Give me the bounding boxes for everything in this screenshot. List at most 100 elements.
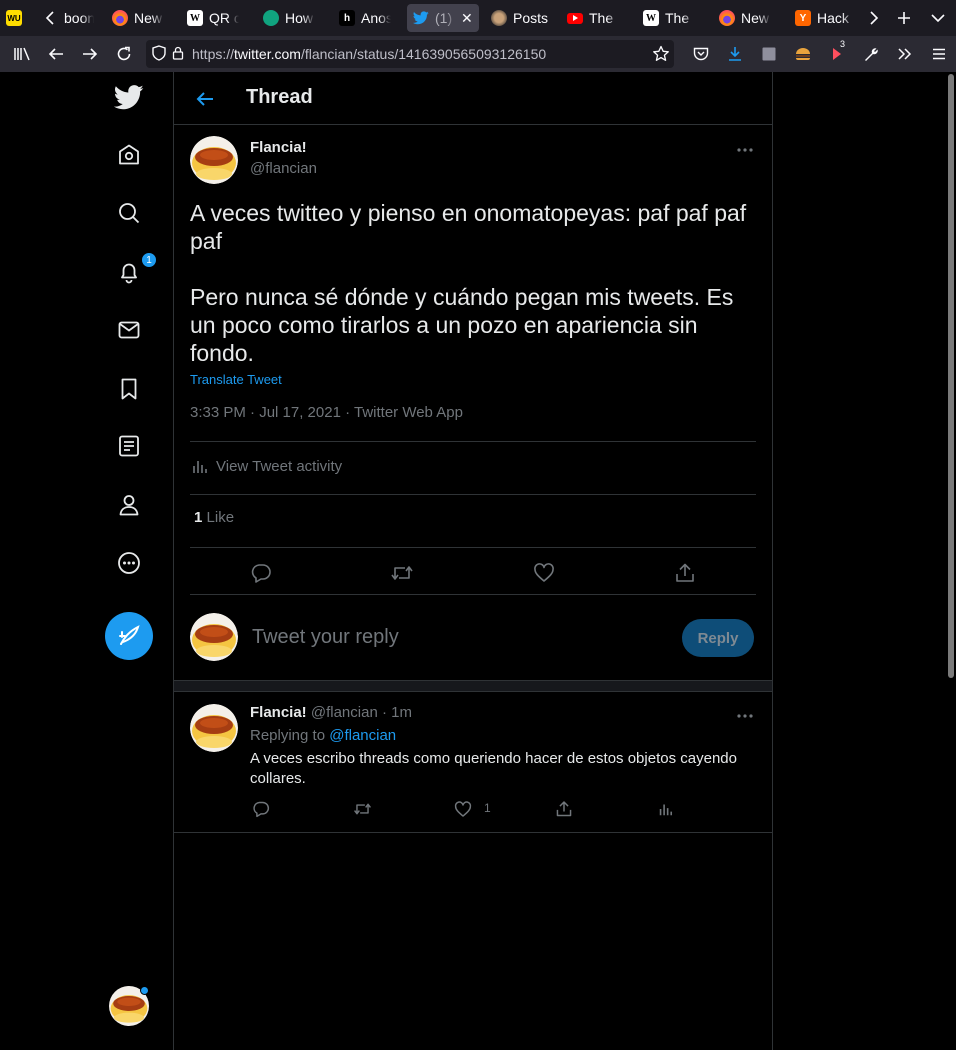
new-tab-button[interactable] <box>890 4 918 32</box>
sidebar-toggle-button[interactable] <box>6 38 38 70</box>
nav-home[interactable] <box>113 139 145 171</box>
overflow-menu-button[interactable] <box>888 38 922 70</box>
close-icon[interactable]: ✕ <box>461 10 473 27</box>
likes-count[interactable]: 1 Like <box>194 509 234 526</box>
view-tweet-activity[interactable]: View Tweet activity <box>190 454 342 478</box>
tab-wu[interactable]: WU <box>6 4 22 32</box>
download-icon <box>729 47 741 61</box>
divider <box>190 594 756 595</box>
extension-button-2[interactable] <box>786 38 820 70</box>
list-all-tabs-button[interactable] <box>924 4 952 32</box>
nav-more[interactable] <box>113 547 145 579</box>
more-options-button[interactable] <box>734 708 756 724</box>
notification-badge: 1 <box>141 252 157 268</box>
back-arrow-button[interactable] <box>190 84 220 114</box>
wikipedia-icon: W <box>643 10 659 26</box>
author-handle[interactable]: @flancian <box>250 160 317 177</box>
pocket-button[interactable] <box>684 38 718 70</box>
tab-boon[interactable]: boon <box>58 4 100 32</box>
extension-button-1[interactable] <box>752 38 786 70</box>
like-count-label: Like <box>206 509 235 526</box>
tab-label: Hack <box>817 10 849 26</box>
reply-button[interactable] <box>246 558 276 588</box>
bookmark-icon <box>121 378 137 400</box>
retweet-button[interactable] <box>351 798 373 820</box>
reply-tweet[interactable]: Flancia! @flancian · 1m Replying to @fla… <box>174 692 772 833</box>
retweet-button[interactable] <box>387 558 417 588</box>
tweet-actions: 1 <box>250 798 750 822</box>
scroll-tabs-right-button[interactable] <box>860 4 888 32</box>
plus-icon <box>898 12 910 24</box>
forward-button[interactable] <box>74 38 106 70</box>
tweet-timestamp[interactable]: 3:33 PM · Jul 17, 2021 · Twitter Web App <box>190 404 463 421</box>
tab-the-1[interactable]: The <box>561 4 625 32</box>
url-bar[interactable]: https://twitter.com/flancian/status/1416… <box>146 40 674 68</box>
tools-button[interactable] <box>854 38 888 70</box>
compose-tweet-button[interactable] <box>105 612 153 660</box>
avatar[interactable] <box>190 136 238 184</box>
hamburger-icon <box>933 48 945 60</box>
analytics-button[interactable] <box>654 798 676 820</box>
reload-button[interactable] <box>108 38 140 70</box>
scrollbar-thumb[interactable] <box>948 74 954 678</box>
nav-explore[interactable] <box>113 197 145 229</box>
reply-input[interactable]: Tweet your reply <box>252 626 399 649</box>
account-switcher-button[interactable] <box>109 986 149 1026</box>
translate-tweet-link[interactable]: Translate Tweet <box>190 372 282 387</box>
replying-to-link[interactable]: @flancian <box>329 727 396 744</box>
nav-bookmarks[interactable] <box>113 373 145 405</box>
like-button[interactable] <box>452 798 474 820</box>
tab-new-2[interactable]: New <box>713 4 777 32</box>
share-button[interactable] <box>670 558 700 588</box>
bookmark-star-icon[interactable] <box>652 45 670 66</box>
author-handle-time[interactable]: @flancian · 1m <box>311 704 412 721</box>
share-button[interactable] <box>553 798 575 820</box>
lock-icon[interactable] <box>172 46 184 63</box>
nav-notifications[interactable]: 1 <box>113 252 157 288</box>
arrow-right-icon <box>83 48 98 60</box>
tab-posts[interactable]: Posts <box>485 4 563 32</box>
nav-lists[interactable] <box>113 430 145 462</box>
url-path: /flancian/status/1416390565093126150 <box>300 46 547 62</box>
nav-messages[interactable] <box>113 314 145 346</box>
back-button[interactable] <box>40 38 72 70</box>
tab-how[interactable]: How <box>257 4 321 32</box>
more-options-button[interactable] <box>734 140 756 160</box>
tab-label: Anos <box>361 10 391 26</box>
more-horizontal-icon <box>737 714 753 718</box>
tab-label: boon <box>64 10 94 26</box>
like-button[interactable] <box>529 558 559 588</box>
browser-tab-bar: WU boon New W QR c How h Anos (1) ✕ Post… <box>0 0 956 36</box>
url-prefix: https:// <box>192 46 235 62</box>
tab-hack[interactable]: Y Hack <box>789 4 863 32</box>
tab-qr[interactable]: W QR c <box>181 4 245 32</box>
shield-icon[interactable] <box>152 44 166 64</box>
share-icon <box>676 563 694 582</box>
extension-button-3[interactable]: 3 <box>820 38 854 70</box>
author-name[interactable]: Flancia! <box>250 704 307 721</box>
tab-the-2[interactable]: W The <box>637 4 701 32</box>
feather-icon <box>119 625 140 645</box>
youtube-icon <box>567 12 583 24</box>
burger-icon <box>796 48 810 60</box>
tab-anos[interactable]: h Anos <box>333 4 397 32</box>
tab-new-1[interactable]: New <box>106 4 170 32</box>
chevron-down-icon <box>931 14 945 23</box>
reply-composer: Tweet your reply Reply <box>190 612 756 662</box>
replying-prefix: Replying to <box>250 727 326 744</box>
section-separator <box>174 680 772 692</box>
tab-twitter-active[interactable]: (1) ✕ <box>407 4 479 32</box>
reply-submit-button[interactable]: Reply <box>682 619 754 657</box>
nav-profile[interactable] <box>113 489 145 521</box>
reply-button[interactable] <box>250 798 272 820</box>
reader-icon <box>762 47 776 61</box>
page-scrollbar[interactable] <box>946 72 956 1050</box>
tab-label: (1) <box>435 10 453 26</box>
avatar[interactable] <box>190 704 238 752</box>
firefox-icon <box>112 10 128 26</box>
app-menu-button[interactable] <box>922 38 956 70</box>
home-icon <box>119 144 139 165</box>
nav-twitter-logo[interactable] <box>113 81 145 113</box>
downloads-button[interactable] <box>718 38 752 70</box>
author-name[interactable]: Flancia! <box>250 139 307 156</box>
